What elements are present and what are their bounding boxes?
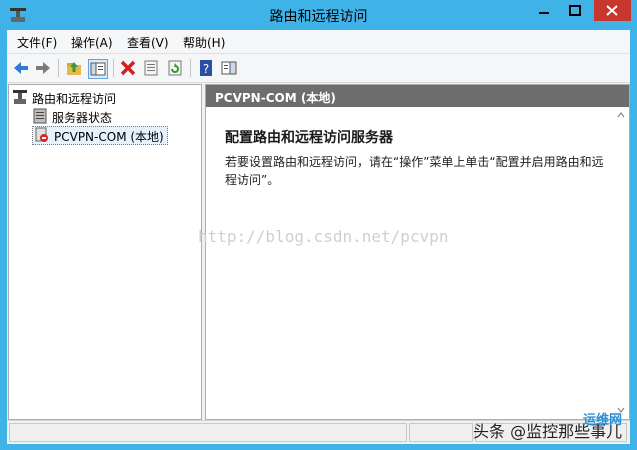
- refresh-icon[interactable]: [166, 59, 184, 77]
- tree-item-pcvpn-com[interactable]: PCVPN-COM (本地): [32, 126, 168, 145]
- pane-header-title: PCVPN-COM (本地): [215, 91, 336, 105]
- tree-root-label: 路由和远程访问: [32, 92, 117, 106]
- maximize-button[interactable]: [560, 0, 588, 21]
- content-title: 配置路由和远程访问服务器: [225, 130, 393, 146]
- scroll-up-icon[interactable]: [617, 111, 625, 119]
- title-bar[interactable]: 路由和远程访问: [0, 0, 637, 30]
- forward-arrow-icon[interactable]: [34, 59, 52, 77]
- show-hide-tree-icon[interactable]: [88, 59, 108, 79]
- server-stopped-icon: [35, 127, 48, 142]
- server-status-icon: [33, 108, 47, 124]
- menu-help[interactable]: 帮助(H): [183, 34, 225, 51]
- menu-action[interactable]: 操作(A): [71, 34, 113, 51]
- menu-view[interactable]: 查看(V): [127, 34, 169, 51]
- status-segment: [409, 423, 473, 442]
- toolbar-separator: [190, 59, 191, 77]
- tree-item-label: 服务器状态: [52, 111, 113, 125]
- svg-text:?: ?: [203, 62, 209, 76]
- close-icon: [606, 5, 618, 16]
- vertical-scrollbar[interactable]: [613, 107, 629, 419]
- toolbar-separator: [58, 59, 59, 77]
- tree-pane[interactable]: 路由和远程访问 服务器状态 PCVPN-COM (本地): [8, 84, 202, 420]
- menu-file[interactable]: 文件(F): [17, 34, 57, 51]
- result-pane: PCVPN-COM (本地) 配置路由和远程访问服务器 若要设置路由和远程访问，…: [205, 84, 630, 420]
- back-arrow-icon[interactable]: [12, 59, 30, 77]
- close-button[interactable]: [594, 0, 631, 21]
- status-segment: [9, 423, 407, 442]
- up-folder-icon[interactable]: [65, 59, 83, 77]
- app-window: 路由和远程访问 文件(F) 操作(A) 查看(V) 帮助(H) ? 路由和远程访…: [0, 0, 637, 450]
- pane-header: PCVPN-COM (本地): [206, 85, 629, 107]
- action-pane-icon[interactable]: [220, 59, 238, 77]
- tree-item-server-status[interactable]: 服务器状态: [32, 107, 182, 125]
- properties-icon[interactable]: [142, 59, 160, 77]
- menu-bar: 文件(F) 操作(A) 查看(V) 帮助(H): [7, 30, 630, 54]
- watermark-logo: 运维网: [583, 413, 623, 428]
- routing-app-icon: [13, 90, 27, 104]
- tree-root[interactable]: 路由和远程访问: [12, 88, 192, 106]
- content-instructions: 若要设置路由和远程访问，请在“操作”菜单上单击“配置并启用路由和远程访问”。: [225, 155, 604, 187]
- toolbar: ?: [7, 54, 630, 83]
- help-icon[interactable]: ?: [197, 59, 215, 77]
- delete-icon[interactable]: [119, 59, 137, 77]
- watermark-url: http://blog.csdn.net/pcvpn: [198, 227, 449, 246]
- toolbar-separator: [113, 59, 114, 77]
- minimize-button[interactable]: [530, 0, 558, 21]
- tree-item-label: PCVPN-COM (本地): [54, 130, 164, 144]
